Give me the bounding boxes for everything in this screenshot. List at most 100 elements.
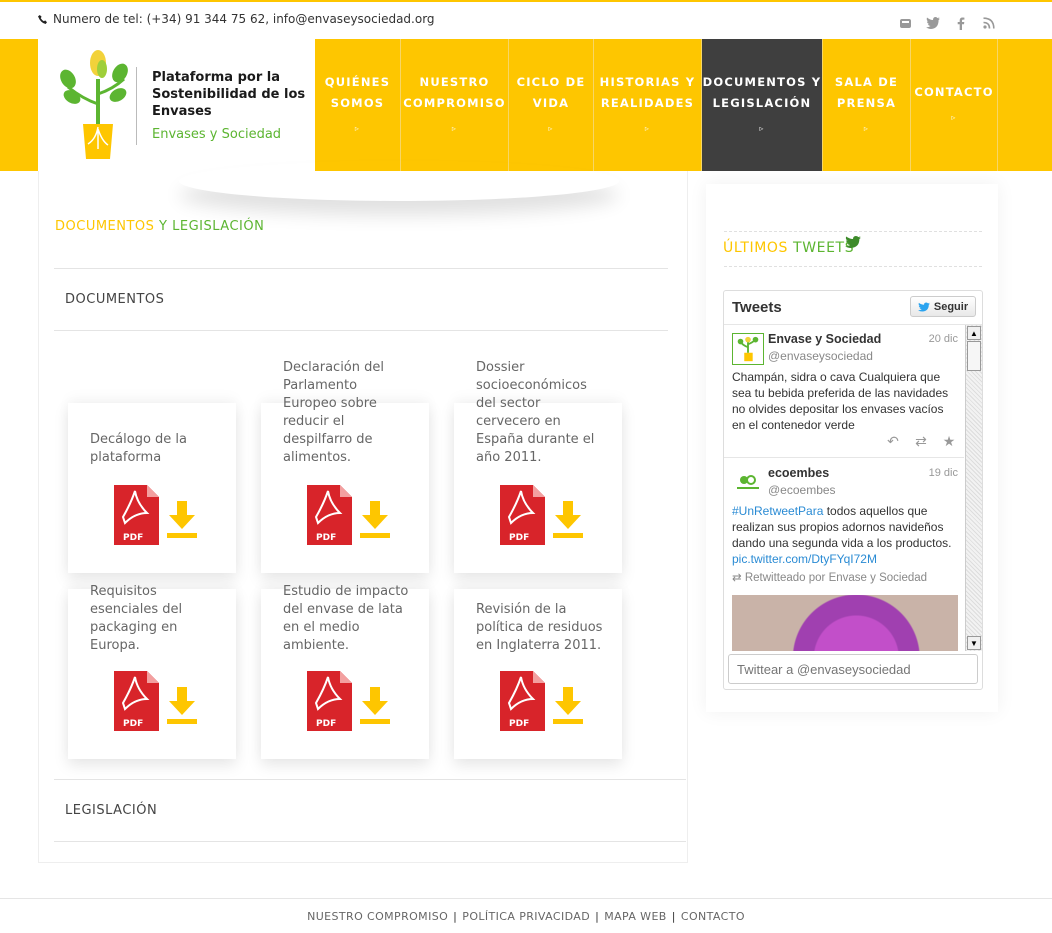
tweet-handle[interactable]: @ecoembes — [768, 483, 836, 497]
footer-link-contacto[interactable]: CONTACTO — [681, 910, 745, 923]
favorite-icon[interactable]: ★ — [940, 433, 958, 449]
tweet-date[interactable]: 19 dic — [929, 467, 958, 479]
tweet[interactable]: ecoembes @ecoembes 19 dic #UnRetweetPara… — [724, 459, 964, 651]
tweet-text: Champán, sidra o cava Cualquiera que sea… — [732, 370, 949, 432]
doc-card[interactable]: Dossier socioeconómicos del sector cerve… — [454, 360, 622, 573]
nav-historias-realidades[interactable]: HISTORIAS Y REALIDADES ▹ — [594, 39, 702, 171]
tweet-author[interactable]: ecoembes — [768, 466, 829, 480]
footer-link-compromiso[interactable]: NUESTRO COMPROMISO — [307, 910, 448, 923]
section-legislation-title[interactable]: LEGISLACIÓN — [65, 803, 157, 818]
logo[interactable]: Plataforma por la Sostenibilidad de los … — [38, 39, 315, 171]
contact-info: Numero de tel: (+34) 91 344 75 62, info@… — [38, 12, 435, 26]
tweet-author[interactable]: Envase y Sociedad — [768, 332, 881, 346]
doc-label: Dossier socioeconómicos del sector cerve… — [476, 360, 595, 465]
doc-card[interactable]: Declaración del Parlamento Europeo sobre… — [261, 360, 429, 573]
follow-button[interactable]: Seguir — [910, 296, 976, 317]
svg-text:PDF: PDF — [509, 719, 529, 729]
pdf-icon: PDF — [307, 671, 390, 731]
follow-label: Seguir — [933, 300, 969, 313]
tweet-list[interactable]: Envase y Sociedad @envaseysociedad 20 di… — [724, 325, 964, 651]
pdf-icon: PDF — [307, 485, 390, 545]
tweet-date[interactable]: 20 dic — [929, 333, 958, 345]
avatar[interactable] — [732, 467, 764, 499]
tweet-link[interactable]: pic.twitter.com/DtyFYqI72M — [732, 552, 877, 566]
footer: NUESTRO COMPROMISO | POLÍTICA PRIVACIDAD… — [0, 898, 1052, 933]
section-documents-title[interactable]: DOCUMENTOS — [65, 292, 164, 307]
nav-nuestro-compromiso[interactable]: NUESTRO COMPROMISO ▹ — [401, 39, 509, 171]
pdf-icon: PDF — [114, 485, 197, 545]
doc-card[interactable]: Decálogo de la plataforma PDF — [68, 403, 236, 573]
arrow-right-icon: ▹ — [354, 123, 361, 133]
latest-tweets-title: ÚLTIMOS TWEETS — [723, 240, 854, 256]
pdf-icon: PDF — [500, 671, 583, 731]
nav-label: COMPROMISO — [403, 95, 506, 110]
nav-label: LEGISLACIÓN — [712, 95, 812, 110]
twitter-icon[interactable] — [926, 16, 940, 30]
retweet-icon[interactable]: ⇄ — [912, 433, 930, 449]
hashtag-link[interactable]: #UnRetweetPara — [732, 504, 823, 518]
nav-contacto[interactable]: CONTACTO ▹ — [911, 39, 998, 171]
doc-label: Estudio de impacto del envase de lata en… — [283, 584, 409, 653]
doc-download[interactable]: PDF — [304, 483, 394, 547]
main-content: DOCUMENTOS Y LEGISLACIÓN DOCUMENTOS Decá… — [38, 171, 688, 863]
nav-label: REALIDADES — [600, 95, 695, 110]
avatar[interactable] — [732, 333, 764, 365]
doc-download[interactable]: PDF — [111, 483, 201, 547]
scrollbar[interactable]: ▲ ▼ — [965, 325, 982, 651]
footer-link-mapa-web[interactable]: MAPA WEB — [604, 910, 667, 923]
doc-download[interactable]: PDF — [304, 669, 394, 733]
nav-quienes-somos[interactable]: QUIÉNES SOMOS ▹ — [315, 39, 401, 171]
divider — [54, 779, 686, 780]
logo-title: Plataforma por la Sostenibilidad de los … — [152, 70, 306, 119]
nav-label: VIDA — [532, 95, 570, 110]
rss-icon[interactable] — [982, 16, 996, 30]
svg-text:PDF: PDF — [316, 533, 336, 543]
tweet-image[interactable] — [732, 595, 958, 651]
facebook-icon[interactable] — [954, 16, 968, 30]
reply-icon[interactable]: ↶ — [884, 433, 902, 449]
nav-documentos-legislacion[interactable]: DOCUMENTOS Y LEGISLACIÓN ▹ — [702, 39, 823, 171]
nav-label: NUESTRO — [419, 74, 490, 89]
doc-download[interactable]: PDF — [497, 669, 587, 733]
contact-text: Numero de tel: (+34) 91 344 75 62, info@… — [53, 12, 435, 26]
divider — [724, 266, 982, 267]
topbar: Numero de tel: (+34) 91 344 75 62, info@… — [0, 0, 1052, 39]
nav-label: QUIÉNES — [324, 74, 391, 89]
nav-sala-de-prensa[interactable]: SALA DE PRENSA ▹ — [823, 39, 911, 171]
footer-link-privacidad[interactable]: POLÍTICA PRIVACIDAD — [462, 910, 590, 923]
arrow-right-icon: ▹ — [548, 123, 554, 133]
sidebar: ÚLTIMOS TWEETS Tweets Seguir Envase y So… — [706, 184, 998, 712]
doc-card[interactable]: Estudio de impacto del envase de lata en… — [261, 584, 429, 759]
svg-text:PDF: PDF — [316, 719, 336, 729]
divider — [54, 841, 686, 842]
scroll-thumb[interactable] — [967, 341, 981, 371]
tweet-handle[interactable]: @envaseysociedad — [768, 349, 873, 363]
nav-label: DOCUMENTOS Y — [702, 74, 822, 89]
doc-label: Decálogo de la plataforma — [90, 432, 187, 465]
scroll-up-icon[interactable]: ▲ — [967, 326, 981, 340]
page-title-part2: Y LEGISLACIÓN — [154, 219, 265, 234]
nav-label: CICLO DE — [516, 74, 586, 89]
twitter-widget: Tweets Seguir Envase y Sociedad @envasey… — [723, 290, 983, 690]
svg-text:PDF: PDF — [509, 533, 529, 543]
doc-card[interactable]: Revisión de la política de residuos en I… — [454, 589, 622, 759]
tweet-input[interactable] — [728, 654, 978, 684]
phone-icon — [38, 14, 47, 24]
doc-card[interactable]: Requisitos esenciales del packaging en E… — [68, 584, 236, 759]
logo-divider — [136, 67, 137, 145]
page-title: DOCUMENTOS Y LEGISLACIÓN — [55, 219, 264, 234]
doc-download[interactable]: PDF — [111, 669, 201, 733]
social-links — [898, 16, 996, 30]
pdf-icon: PDF — [500, 485, 583, 545]
page-title-part1: DOCUMENTOS — [55, 219, 155, 234]
scroll-down-icon[interactable]: ▼ — [967, 636, 981, 650]
twitter-bird-icon — [845, 236, 861, 248]
nav-label: SALA DE — [834, 74, 899, 89]
arrow-right-icon: ▹ — [863, 123, 870, 133]
svg-text:PDF: PDF — [123, 533, 143, 543]
retweet-info: ⇄ Retwitteado por Envase y Sociedad — [732, 570, 927, 584]
doc-download[interactable]: PDF — [497, 483, 587, 547]
nav-ciclo-de-vida[interactable]: CICLO DE VIDA ▹ — [509, 39, 594, 171]
tweet[interactable]: Envase y Sociedad @envaseysociedad 20 di… — [724, 325, 964, 458]
youtube-icon[interactable] — [898, 16, 912, 30]
